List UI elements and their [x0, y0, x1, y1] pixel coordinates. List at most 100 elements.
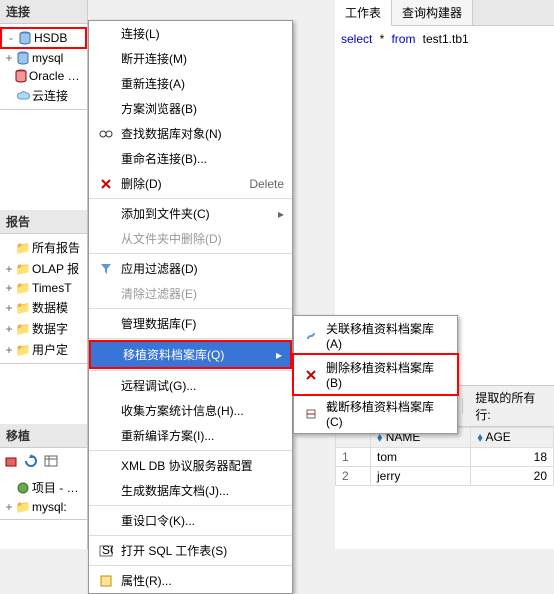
menu-item[interactable]: 重新编译方案(I)... [89, 423, 292, 448]
menu-label: 删除(D) [121, 175, 239, 192]
tree-toggle[interactable]: + [4, 51, 14, 65]
svg-text:SQL: SQL [102, 544, 113, 557]
menu-label: 清除过滤器(E) [121, 285, 284, 302]
blank-icon [97, 513, 115, 529]
blank-icon [97, 378, 115, 394]
tree-item-mysql[interactable]: + mysql [0, 49, 87, 67]
menu-label: 删除移植资料档案库(B) [326, 359, 449, 390]
blank-icon [97, 51, 115, 67]
menu-item[interactable]: SQL 打开 SQL 工作表(S) [89, 538, 292, 563]
sql-keyword: from [391, 32, 415, 46]
menu-item[interactable]: 移植资料档案库(Q)▸ [91, 342, 290, 367]
menu-item[interactable]: 添加到文件夹(C)▸ [89, 201, 292, 226]
table-icon[interactable] [42, 452, 60, 470]
tree-item-cloud[interactable]: 云连接 [0, 85, 87, 106]
tree-item-datamodel[interactable]: +📁数据模 [0, 297, 87, 318]
tree-item-mysql2[interactable]: +📁mysql: [0, 498, 87, 516]
menu-item[interactable]: 连接(L) [89, 21, 292, 46]
menu-item[interactable]: 重命名连接(B)... [89, 146, 292, 171]
tree-item-datadict[interactable]: +📁数据字 [0, 318, 87, 339]
menu-item[interactable]: 方案浏览器(B) [89, 96, 292, 121]
menu-label: 关联移植资料档案库(A) [326, 320, 449, 351]
folder-icon: 📁 [16, 281, 30, 295]
chevron-right-icon: ▸ [278, 207, 284, 221]
migration-header: 移植 [0, 424, 87, 448]
menu-label: 收集方案统计信息(H)... [121, 402, 284, 419]
menu-label: 连接(L) [121, 25, 284, 42]
col-header[interactable]: ⬧ AGE [471, 428, 554, 448]
menu-item[interactable]: 应用过滤器(D) [89, 256, 292, 281]
folder-icon: 📁 [16, 343, 30, 357]
link-icon [302, 328, 320, 344]
menu-item[interactable]: 断开连接(M) [89, 46, 292, 71]
menu-label: 管理数据库(F) [121, 315, 284, 332]
cloud-icon [16, 89, 30, 103]
tree-item-timest[interactable]: +📁TimesT [0, 279, 87, 297]
delete-icon [97, 176, 115, 192]
menu-item[interactable]: 收集方案统计信息(H)... [89, 398, 292, 423]
table-row[interactable]: 1 tom 18 [336, 448, 554, 467]
submenu-item[interactable]: 截断移植资料档案库(C) [294, 394, 457, 433]
menu-item[interactable]: 属性(R)... [89, 568, 292, 593]
folder-icon: 📁 [16, 241, 30, 255]
sql-keyword: select [341, 32, 372, 46]
menu-item[interactable]: 重设口令(K)... [89, 508, 292, 533]
rows-hint: 提取的所有行: [475, 389, 548, 423]
tree-item-olap[interactable]: +📁OLAP 报 [0, 258, 87, 279]
folder-icon: 📁 [16, 262, 30, 276]
menu-item[interactable]: 查找数据库对象(N) [89, 121, 292, 146]
refresh-icon[interactable] [22, 452, 40, 470]
migrate-icon[interactable] [2, 452, 20, 470]
migration-submenu: 关联移植资料档案库(A) 删除移植资料档案库(B) 截断移植资料档案库(C) [293, 315, 458, 434]
tree-item-oracle-nosql[interactable]: Oracle NoS [0, 67, 87, 85]
blank-icon [97, 76, 115, 92]
menu-item[interactable]: 生成数据库文档(J)... [89, 478, 292, 503]
project-icon [16, 481, 30, 495]
tree-label: 云连接 [32, 87, 68, 104]
folder-icon: 📁 [16, 500, 30, 514]
tree-item-project[interactable]: 项目 - HS [0, 477, 87, 498]
migration-section: 移植 项目 - HS +📁mysql: [0, 424, 87, 520]
connections-header: 连接 [0, 0, 87, 24]
menu-item[interactable]: 删除(D)Delete [89, 171, 292, 196]
menu-label: 重新编译方案(I)... [121, 427, 284, 444]
menu-label: 添加到文件夹(C) [121, 205, 278, 222]
delred-icon [302, 367, 320, 383]
menu-item: 清除过滤器(E) [89, 281, 292, 306]
menu-item[interactable]: XML DB 协议服务器配置 [89, 453, 292, 478]
menu-label: XML DB 协议服务器配置 [121, 457, 284, 474]
reports-tree: 📁所有报告 +📁OLAP 报 +📁TimesT +📁数据模 +📁数据字 +📁用户… [0, 234, 87, 363]
tab-worksheet[interactable]: 工作表 [335, 0, 392, 26]
sql-icon: SQL [97, 543, 115, 559]
tree-item-userdef[interactable]: +📁用户定 [0, 339, 87, 360]
reports-section: 报告 📁所有报告 +📁OLAP 报 +📁TimesT +📁数据模 +📁数据字 +… [0, 210, 87, 364]
menu-label: 移植资料档案库(Q) [123, 346, 276, 363]
tree-item-all-reports[interactable]: 📁所有报告 [0, 237, 87, 258]
table-row[interactable]: 2 jerry 20 [336, 467, 554, 486]
tab-query-builder[interactable]: 查询构建器 [392, 0, 473, 25]
menu-label: 截断移植资料档案库(C) [326, 398, 449, 429]
binoc-icon [97, 126, 115, 142]
blank-icon [97, 483, 115, 499]
menu-label: 打开 SQL 工作表(S) [121, 542, 284, 559]
tree-item-hsdb[interactable]: - HSDB [0, 27, 87, 49]
menu-label: 重命名连接(B)... [121, 150, 284, 167]
menu-label: 应用过滤器(D) [121, 260, 284, 277]
sql-table: test1.tb1 [423, 32, 469, 46]
menu-item[interactable]: 重新连接(A) [89, 71, 292, 96]
submenu-item[interactable]: 删除移植资料档案库(B) [294, 355, 457, 394]
right-panel: 工作表 查询构建器 select * from test1.tb1 📌 🔒 💾 … [335, 0, 554, 549]
tree-toggle[interactable]: - [6, 31, 16, 45]
blank-icon [97, 458, 115, 474]
menu-item[interactable]: 管理数据库(F) [89, 311, 292, 336]
filter-icon [97, 261, 115, 277]
folder-icon: 📁 [16, 322, 30, 336]
submenu-item[interactable]: 关联移植资料档案库(A) [294, 316, 457, 355]
editor-tabs: 工作表 查询构建器 [335, 0, 554, 26]
context-menu: 连接(L) 断开连接(M)重新连接(A)方案浏览器(B) 查找数据库对象(N) 重命名… [88, 20, 293, 594]
blank-icon [97, 151, 115, 167]
database-icon [15, 69, 27, 83]
menu-label: 查找数据库对象(N) [121, 125, 284, 142]
tree-label: mysql [32, 51, 63, 65]
menu-item[interactable]: 远程调试(G)... [89, 373, 292, 398]
